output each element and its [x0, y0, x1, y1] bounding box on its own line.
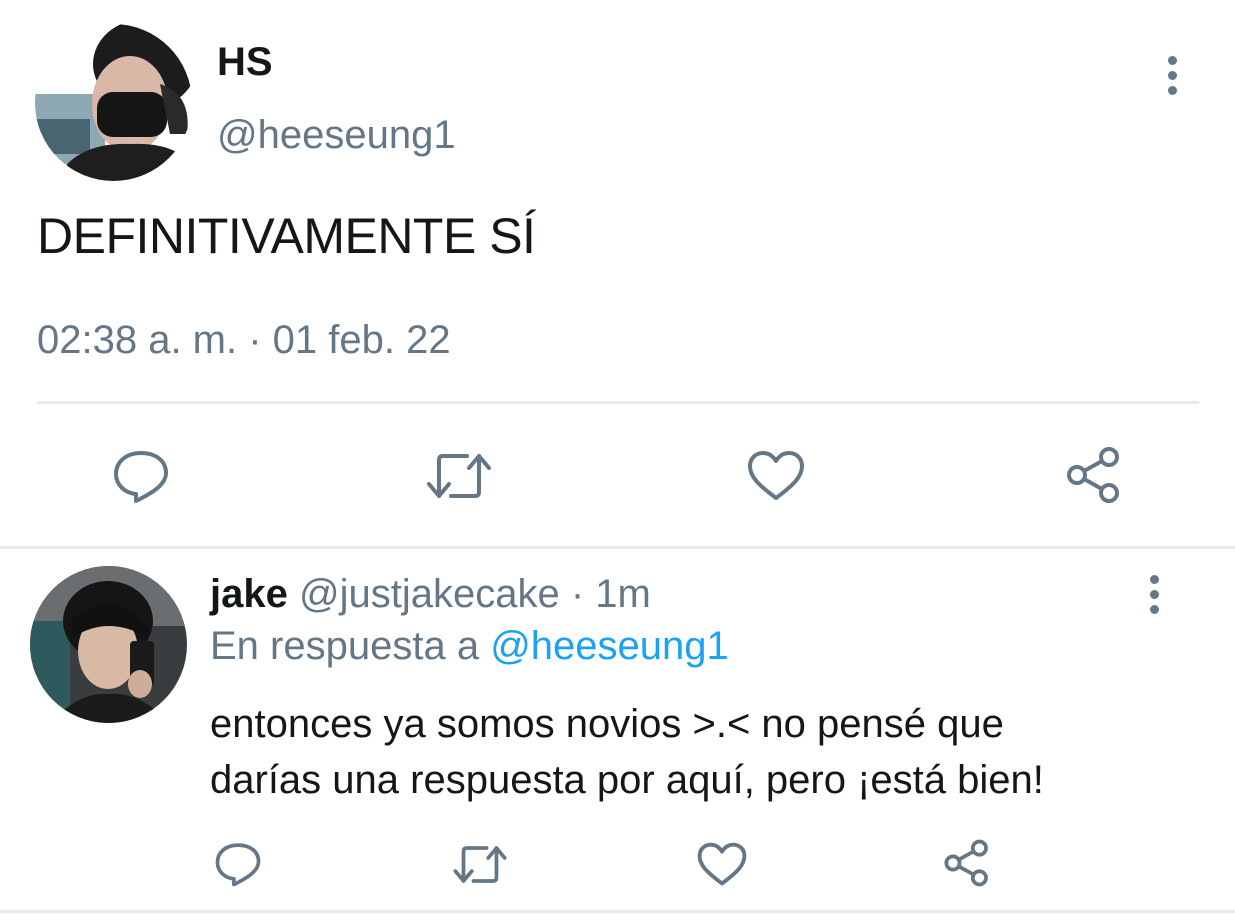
reply-button[interactable]: [212, 838, 264, 890]
display-name[interactable]: jake: [210, 572, 288, 616]
reply-icon: [215, 843, 261, 887]
retweet-icon: [453, 845, 507, 883]
retweet-button[interactable]: [424, 446, 494, 506]
reply-button[interactable]: [110, 446, 172, 506]
divider: [0, 546, 1235, 549]
more-vertical-icon-dot: [1149, 604, 1159, 614]
divider: [37, 401, 1199, 404]
user-handle[interactable]: @heeseung1: [217, 113, 456, 158]
avatar-photo: [35, 24, 192, 181]
more-vertical-icon-dot: [1149, 589, 1159, 599]
avatar-photo: [30, 566, 187, 723]
share-icon: [1067, 447, 1119, 503]
avatar[interactable]: [30, 566, 187, 723]
user-handle[interactable]: @justjakecake: [299, 572, 560, 616]
like-icon: [748, 451, 804, 500]
reply-prefix: En respuesta a: [210, 624, 480, 668]
reply-context: En respuesta a @heeseung1: [210, 624, 729, 669]
like-button[interactable]: [744, 446, 808, 506]
reply-header: jake @justjakecake · 1m: [210, 572, 651, 617]
like-button[interactable]: [695, 838, 749, 890]
display-name[interactable]: HS: [217, 40, 273, 85]
more-vertical-icon-dot: [1167, 70, 1177, 80]
main-tweet: HS @heeseung1 DEFINITIVAMENTE SÍ 02:38 a…: [0, 0, 1235, 549]
more-options-button[interactable]: [1157, 50, 1187, 100]
divider: [0, 910, 1235, 913]
tweet-timestamp: 02:38 a. m. · 01 feb. 22: [37, 318, 451, 362]
tweet-text: entonces ya somos novios >.< no pensé qu…: [210, 696, 1200, 808]
tweet-time: · 1m: [570, 572, 651, 616]
retweet-button[interactable]: [450, 838, 510, 890]
mention-link[interactable]: @heeseung1: [490, 624, 729, 668]
retweet-icon: [427, 454, 491, 498]
like-icon: [697, 842, 747, 885]
tweet-text: DEFINITIVAMENTE SÍ: [37, 208, 536, 264]
tweet-text-line: entonces ya somos novios >.< no pensé qu…: [210, 702, 1004, 746]
reply-icon: [114, 451, 168, 503]
avatar[interactable]: [35, 24, 192, 181]
tweet-text-line: darías una respuesta por aquí, pero ¡est…: [210, 758, 1044, 802]
more-vertical-icon: [1167, 55, 1177, 65]
more-vertical-icon: [1149, 574, 1159, 584]
share-button[interactable]: [940, 836, 994, 890]
share-button[interactable]: [1062, 444, 1126, 506]
more-vertical-icon-dot: [1167, 85, 1177, 95]
tweet-detail-page: HS @heeseung1 DEFINITIVAMENTE SÍ 02:38 a…: [0, 0, 1235, 915]
more-options-button[interactable]: [1139, 569, 1169, 619]
share-icon: [944, 839, 988, 887]
